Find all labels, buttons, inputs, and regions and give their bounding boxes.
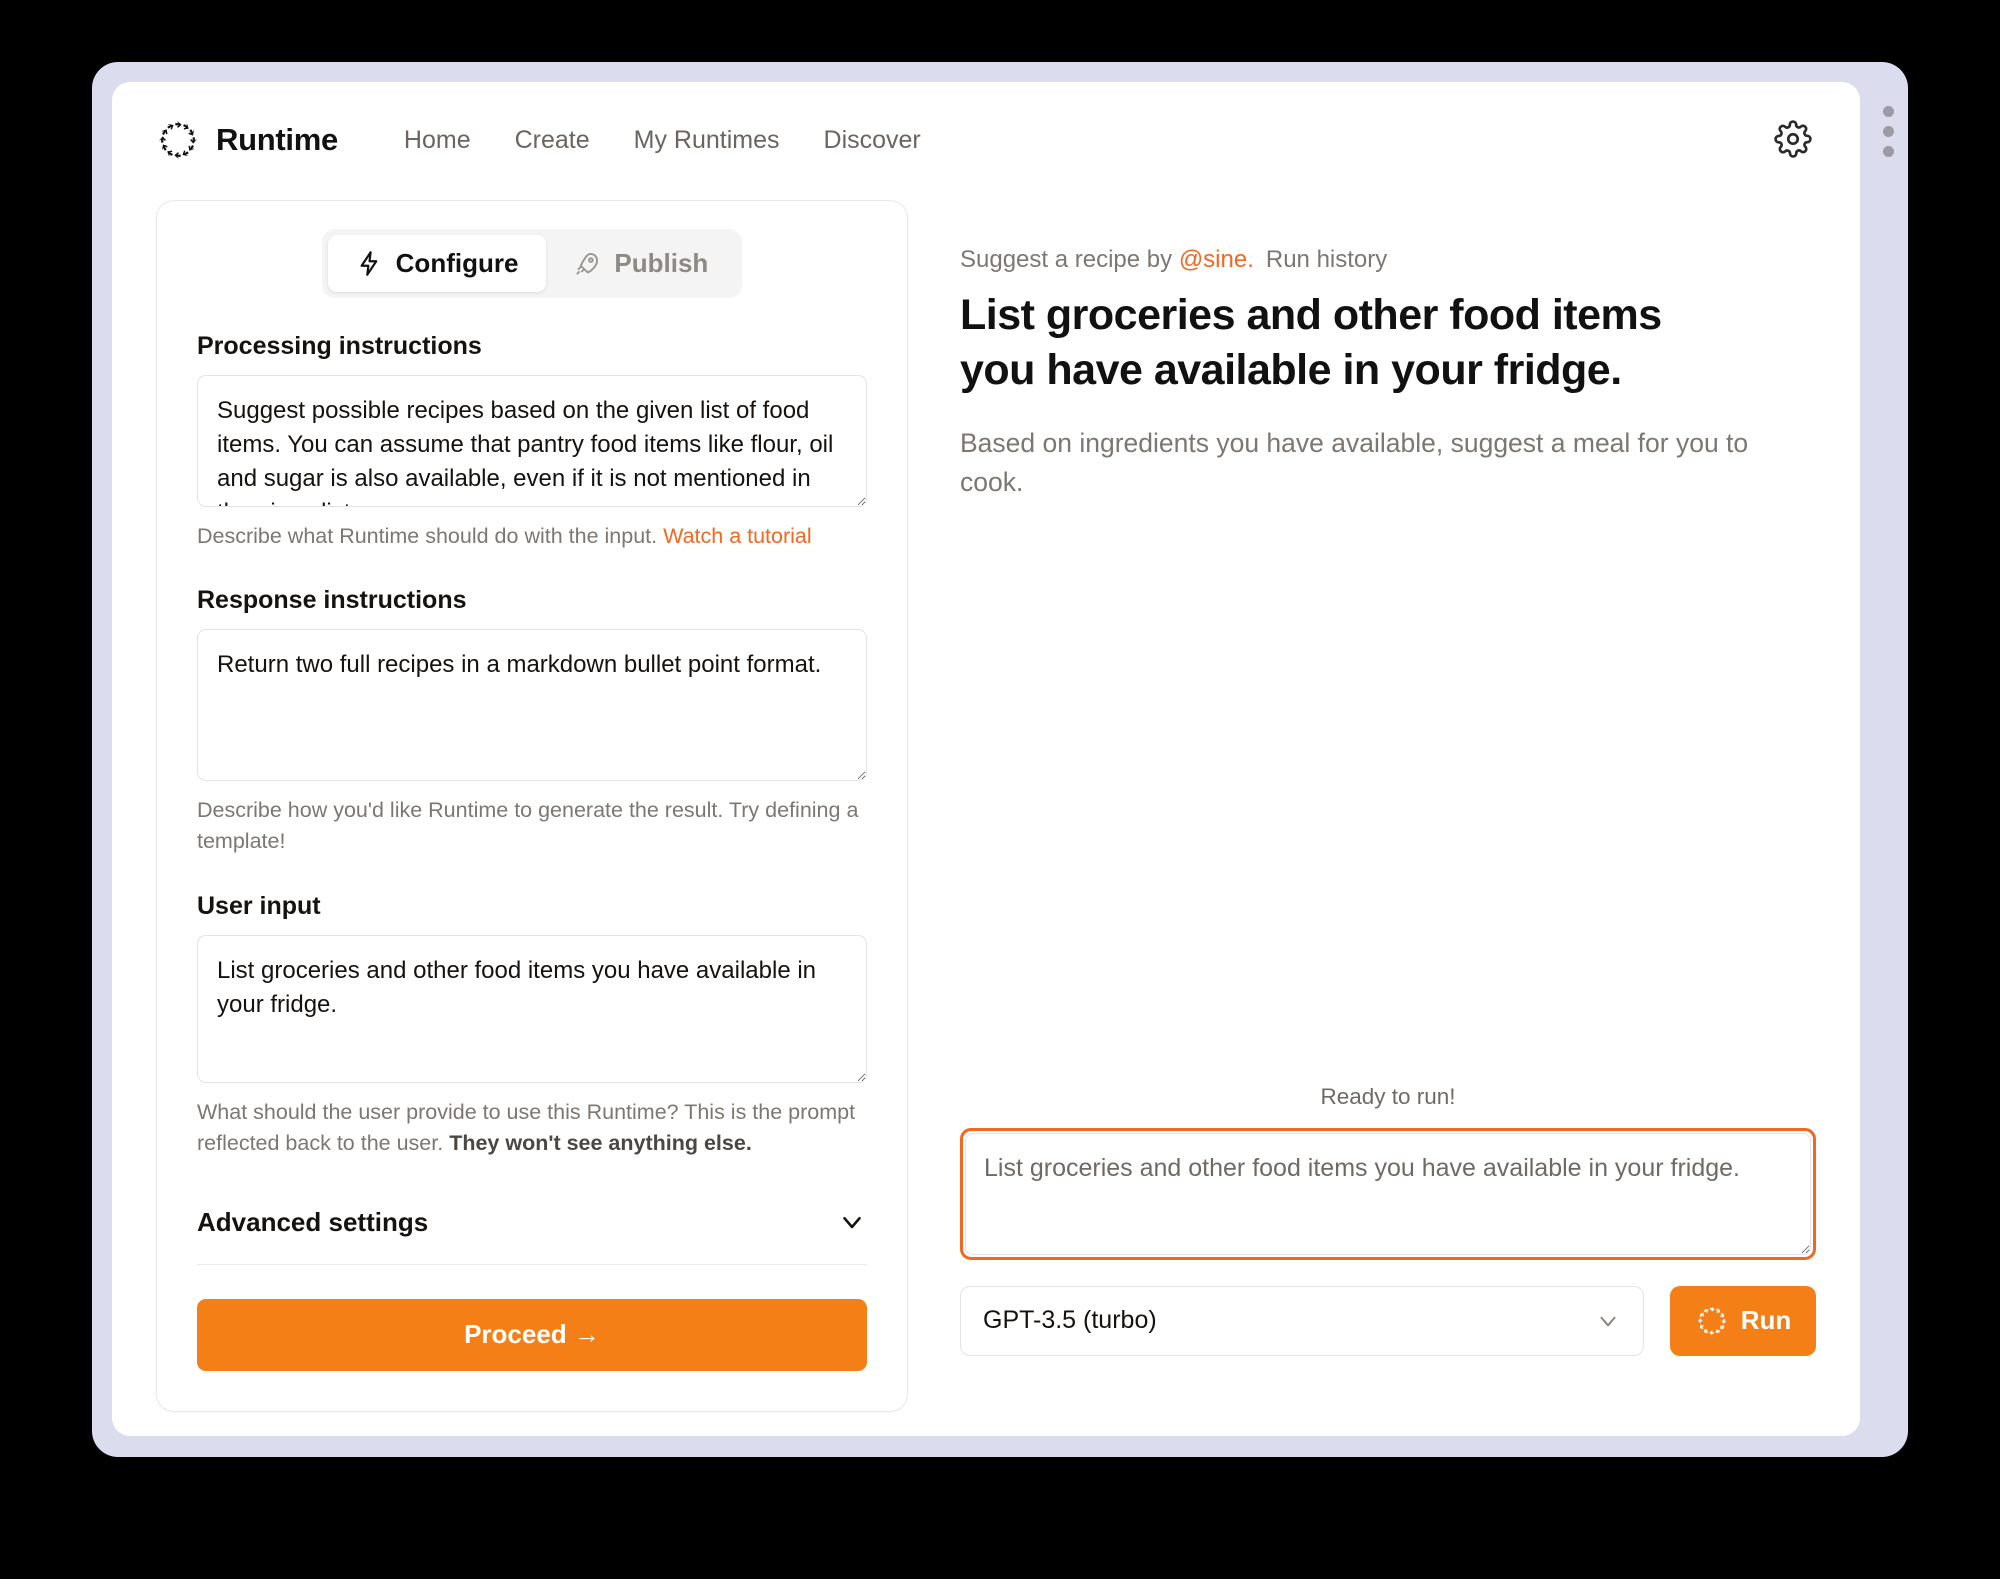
- runtime-ring-icon: [159, 121, 197, 159]
- nav-item-home[interactable]: Home: [404, 126, 471, 155]
- handle-dot: [1883, 126, 1894, 137]
- run-controls: GPT-3.5 (turbo) Run: [960, 1285, 1816, 1356]
- lightning-bolt-icon: [360, 251, 377, 276]
- app-window-frame: Runtime Home Create My Runtimes Discover: [92, 62, 1908, 1457]
- preview-panel: Suggest a recipe by @sine. Run history Li…: [960, 200, 1816, 1412]
- processing-instructions-help: Describe what Runtime should do with the…: [197, 521, 867, 552]
- app-panel: Runtime Home Create My Runtimes Discover: [112, 82, 1860, 1436]
- tab-group: Configure Publish: [321, 229, 743, 298]
- chevron-down-icon: [843, 1217, 861, 1229]
- proceed-button[interactable]: Proceed →: [197, 1298, 867, 1371]
- page-title: List groceries and other food items you …: [960, 291, 1662, 395]
- response-instructions-input[interactable]: [197, 629, 867, 782]
- run-history-link[interactable]: Run history: [1266, 246, 1387, 273]
- response-instructions-help: Describe how you'd like Runtime to gener…: [197, 798, 859, 854]
- processing-instructions-field: Processing instructions Describe what Ru…: [197, 332, 867, 552]
- run-input-wrapper: [960, 1127, 1816, 1260]
- processing-help-text: Describe what Runtime should do with the…: [197, 524, 664, 548]
- byline: Suggest a recipe by @sine. Run history: [960, 246, 1816, 274]
- user-input-field: User input What should the user provide …: [197, 892, 867, 1159]
- tab-bar: Configure Publish: [197, 229, 867, 298]
- author-handle[interactable]: @sine.: [1179, 246, 1254, 273]
- user-input-help: What should the user provide to use this…: [197, 1097, 867, 1159]
- nav-item-my-runtimes[interactable]: My Runtimes: [634, 126, 780, 155]
- settings-button[interactable]: [1774, 120, 1812, 158]
- top-navigation-bar: Runtime Home Create My Runtimes Discover: [112, 82, 1860, 162]
- nav-item-discover[interactable]: Discover: [824, 126, 921, 155]
- tab-publish[interactable]: Publish: [546, 235, 736, 292]
- processing-instructions-input[interactable]: [197, 375, 867, 507]
- user-input-textarea[interactable]: [197, 934, 867, 1083]
- model-select-value: GPT-3.5 (turbo): [983, 1306, 1157, 1335]
- main-nav: Home Create My Runtimes Discover: [404, 126, 921, 155]
- response-instructions-field: Response instructions Describe how you'd…: [197, 586, 867, 857]
- rocket-icon: [576, 252, 599, 275]
- configure-card: Configure Publish Processing instruction…: [156, 200, 908, 1412]
- advanced-settings-label: Advanced settings: [197, 1206, 429, 1237]
- model-select[interactable]: GPT-3.5 (turbo): [960, 1285, 1644, 1356]
- chevron-down-icon: [1600, 1316, 1616, 1327]
- advanced-settings-toggle[interactable]: Advanced settings: [197, 1207, 867, 1265]
- user-input-help-emphasis: They won't see anything else.: [449, 1130, 752, 1155]
- run-status: Ready to run!: [1320, 1083, 1456, 1109]
- handle-dot: [1883, 146, 1894, 157]
- nav-item-create[interactable]: Create: [515, 126, 590, 155]
- window-drag-handle[interactable]: [1883, 106, 1894, 157]
- runtime-ring-icon: [1697, 1306, 1726, 1336]
- run-button[interactable]: Run: [1670, 1285, 1816, 1356]
- gear-icon: [1774, 120, 1812, 158]
- watch-tutorial-link[interactable]: Watch a tutorial: [663, 524, 812, 548]
- run-input[interactable]: [965, 1132, 1811, 1255]
- tab-configure-label: Configure: [395, 248, 519, 278]
- brand[interactable]: Runtime: [156, 118, 338, 162]
- main-content: Configure Publish Processing instruction…: [112, 162, 1860, 1412]
- tab-publish-label: Publish: [614, 248, 709, 278]
- run-area: Ready to run! GPT-3.5 (turbo): [960, 1084, 1816, 1412]
- brand-name: Runtime: [216, 122, 338, 157]
- user-input-label: User input: [197, 891, 321, 920]
- processing-instructions-label: Processing instructions: [197, 332, 482, 360]
- byline-prefix: Suggest a recipe by: [960, 246, 1179, 273]
- handle-dot: [1883, 106, 1894, 117]
- run-button-label: Run: [1740, 1305, 1792, 1336]
- tab-configure[interactable]: Configure: [327, 235, 547, 292]
- response-instructions-label: Response instructions: [197, 586, 467, 615]
- page-description: Based on ingredients you have available,…: [960, 428, 1749, 497]
